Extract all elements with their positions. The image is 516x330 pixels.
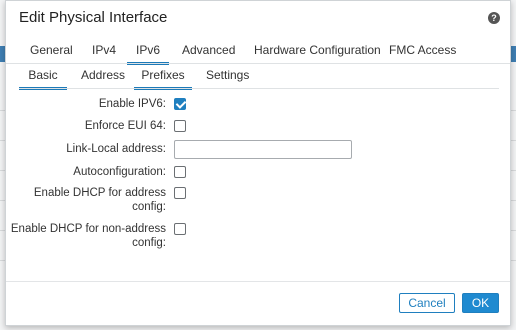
subtab-address[interactable]: Address [81, 68, 125, 87]
dhcp-address-checkbox[interactable] [174, 187, 186, 199]
enable-ipv6-label: Enable IPV6: [98, 98, 166, 110]
subtab-settings[interactable]: Settings [206, 68, 249, 87]
tab-advanced[interactable]: Advanced [182, 43, 235, 62]
subtab-prefixes[interactable]: Prefixes [134, 68, 192, 90]
dhcp-non-address-label-line1: Enable DHCP for non-address [10, 223, 166, 235]
edit-interface-dialog: Edit Physical Interface ? General IPv4 I… [5, 0, 511, 326]
autoconfiguration-label: Autoconfiguration: [73, 166, 166, 178]
dhcp-non-address-label-line2: config: [132, 237, 166, 249]
subtab-basic[interactable]: Basic [19, 68, 67, 90]
link-local-address-input[interactable] [174, 140, 352, 159]
cancel-button[interactable]: Cancel [399, 293, 455, 313]
help-icon[interactable]: ? [488, 12, 500, 24]
ok-button[interactable]: OK [462, 293, 499, 313]
tab-ipv4[interactable]: IPv4 [92, 43, 116, 62]
tab-fmc-access[interactable]: FMC Access [389, 43, 456, 62]
dialog-title: Edit Physical Interface [19, 9, 168, 26]
tab-hardware-configuration[interactable]: Hardware Configuration [254, 43, 381, 62]
dhcp-non-address-checkbox[interactable] [174, 223, 186, 235]
tabs-divider [6, 63, 510, 64]
enforce-eui64-label: Enforce EUI 64: [84, 120, 166, 132]
subtabs-divider [19, 88, 499, 89]
enable-ipv6-checkbox[interactable] [174, 98, 186, 110]
main-tabs: General IPv4 IPv6 Advanced Hardware Conf… [6, 39, 510, 65]
autoconfiguration-checkbox[interactable] [174, 166, 186, 178]
dhcp-address-label-line2: config: [132, 201, 166, 213]
enforce-eui64-checkbox[interactable] [174, 120, 186, 132]
footer-divider [6, 281, 510, 282]
link-local-address-label: Link-Local address: [66, 143, 166, 155]
tab-general[interactable]: General [30, 43, 73, 62]
dhcp-non-address-label: Enable DHCP for non-address config: [11, 222, 166, 250]
dhcp-address-label: Enable DHCP for address config: [34, 186, 166, 214]
tab-ipv6[interactable]: IPv6 [127, 43, 170, 65]
dhcp-address-label-line1: Enable DHCP for address [33, 187, 166, 199]
